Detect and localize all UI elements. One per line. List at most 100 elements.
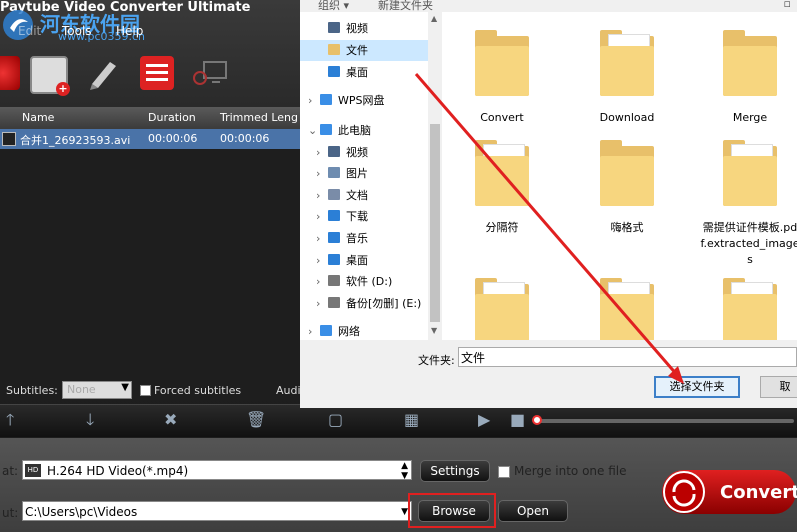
chevron-right-icon[interactable]: › (316, 185, 320, 206)
folder-label: 嗨格式 (610, 221, 644, 234)
cancel-button[interactable]: 取 (760, 376, 797, 398)
chevron-right-icon[interactable]: › (308, 321, 312, 342)
folder-tile[interactable]: 需提供证件模板.pdf.extracted_images (700, 140, 797, 268)
menu-tools[interactable]: Tools (62, 24, 92, 38)
nav-item[interactable]: › 下载 (300, 206, 428, 227)
nav-item[interactable]: › WPS网盘 (300, 90, 428, 111)
folder-tile[interactable]: Download (577, 30, 677, 126)
convert-label: Convert (720, 482, 797, 503)
trash-icon[interactable]: 🗑 (246, 411, 266, 429)
folder-icon (328, 44, 340, 55)
move-up-icon[interactable]: 🡑 (6, 411, 14, 429)
subtitles-select[interactable]: None ▼ (62, 381, 132, 399)
scroll-thumb[interactable] (430, 124, 440, 322)
nav-item[interactable]: › 网络 (300, 321, 428, 342)
format-label: at: (2, 464, 19, 478)
edit-pencil-icon[interactable] (86, 56, 120, 90)
column-trimmed[interactable]: Trimmed Leng (220, 111, 298, 124)
menu-edit[interactable]: Edit (18, 24, 41, 38)
nav-item-label: 桌面 (346, 254, 368, 267)
settings-button[interactable]: Settings (420, 460, 490, 482)
nav-item-label: 此电脑 (338, 124, 371, 137)
convert-button[interactable]: Convert (662, 470, 797, 514)
chevron-right-icon[interactable]: › (316, 293, 320, 314)
nav-item-label: 下载 (346, 210, 368, 223)
chevron-right-icon[interactable]: › (316, 228, 320, 249)
scroll-down-icon[interactable]: ▼ (431, 326, 437, 335)
open-button[interactable]: Open (498, 500, 568, 522)
forced-subtitles-checkbox[interactable] (140, 385, 151, 396)
table-row[interactable]: 合并1_26923593.avi 00:00:06 00:00:06 (0, 129, 300, 149)
chevron-right-icon[interactable]: › (316, 163, 320, 184)
nav-item-label: 音乐 (346, 232, 368, 245)
load-icon[interactable] (0, 56, 20, 90)
nav-item[interactable]: › 桌面 (300, 250, 428, 271)
help-icon[interactable]: ▫ (784, 0, 791, 10)
list-icon[interactable] (140, 56, 174, 90)
format-select[interactable]: HD H.264 HD Video(*.mp4) ▲ ▼ (22, 460, 412, 481)
stop-icon[interactable]: ■ (510, 411, 525, 429)
nav-item[interactable]: › 视频 (300, 142, 428, 163)
chevron-right-icon[interactable]: › (316, 271, 320, 292)
nav-item[interactable]: 视频 (300, 18, 428, 39)
chevron-right-icon[interactable]: › (316, 250, 320, 271)
remove-icon[interactable]: ✖ (164, 411, 177, 429)
browse-button[interactable]: Browse (418, 500, 490, 522)
folder-label: 需提供证件模板.pdf.extracted_images (700, 221, 797, 266)
folder-label: Download (599, 111, 655, 124)
move-down-icon[interactable]: 🡓 (86, 411, 94, 429)
select-folder-button[interactable]: 选择文件夹 (654, 376, 740, 398)
format-value: H.264 HD Video(*.mp4) (47, 464, 189, 478)
nav-item[interactable]: ⌄ 此电脑 (300, 120, 428, 141)
film-strip-icon[interactable]: ▦ (404, 411, 419, 429)
file-pane: Convert Download Merge 分隔符 嗨格式 需提供证件模板.pdf.ex… (442, 12, 797, 344)
cancel-label: 取 (779, 380, 791, 393)
folder-select-bar: 文件夹: 文件 选择文件夹 取 (300, 340, 797, 408)
row-trimmed: 00:00:06 (220, 132, 270, 145)
desktop-icon (328, 66, 340, 77)
nav-item-label: 视频 (346, 146, 368, 159)
folder-tile[interactable]: 分隔符 (452, 140, 552, 236)
output-path-field[interactable]: C:\Users\pc\Videos ▼ (22, 501, 412, 521)
folder-label: 文件夹: (418, 354, 455, 367)
nav-item[interactable]: 桌面 (300, 62, 428, 83)
menu-help[interactable]: Help (116, 24, 143, 38)
folder-label: 分隔符 (485, 221, 519, 234)
folder-tile[interactable]: Convert (452, 30, 552, 126)
music-icon (328, 232, 340, 243)
nav-item[interactable]: 文件 (300, 40, 428, 61)
slider-handle[interactable] (532, 415, 542, 425)
chevron-right-icon[interactable]: › (308, 90, 312, 111)
comment-icon[interactable]: ▢ (328, 411, 343, 429)
scroll-up-icon[interactable]: ▲ (431, 14, 437, 23)
monitor-icon[interactable] (192, 56, 227, 90)
video-icon (328, 146, 340, 157)
chevron-right-icon[interactable]: › (316, 206, 320, 227)
chevron-down-icon[interactable]: ⌄ (308, 120, 317, 141)
folder-input[interactable]: 文件 (458, 347, 797, 367)
chevron-down-icon: ▼ (401, 507, 408, 517)
progress-slider[interactable] (532, 415, 794, 425)
menubar: Edit Tools Help (0, 20, 300, 42)
subtitles-value: None (67, 383, 96, 396)
toolbar: + (0, 48, 300, 100)
folder-tile[interactable]: Merge (700, 30, 797, 126)
folder-value: 文件 (461, 351, 486, 365)
folder-tile[interactable]: 嗨格式 (577, 140, 677, 236)
folder-icon (600, 140, 654, 206)
control-bar: 🡑 🡓 ✖ 🗑 ▢ ▦ ▶ ■ (0, 404, 797, 437)
nav-item[interactable]: › 备份[勿删] (E:) (300, 293, 428, 314)
play-icon[interactable]: ▶ (478, 411, 490, 429)
nav-scrollbar[interactable]: ▲ ▼ (428, 12, 442, 340)
column-duration[interactable]: Duration (148, 111, 196, 124)
nav-item[interactable]: › 音乐 (300, 228, 428, 249)
add-video-icon[interactable]: + (30, 56, 70, 96)
merge-checkbox[interactable] (498, 466, 510, 478)
column-name[interactable]: Name (22, 111, 54, 124)
nav-item-label: 图片 (346, 167, 368, 180)
nav-item[interactable]: › 图片 (300, 163, 428, 184)
nav-item[interactable]: › 文档 (300, 185, 428, 206)
nav-item[interactable]: › 软件 (D:) (300, 271, 428, 292)
nav-item-label: 软件 (D:) (346, 275, 393, 288)
chevron-right-icon[interactable]: › (316, 142, 320, 163)
